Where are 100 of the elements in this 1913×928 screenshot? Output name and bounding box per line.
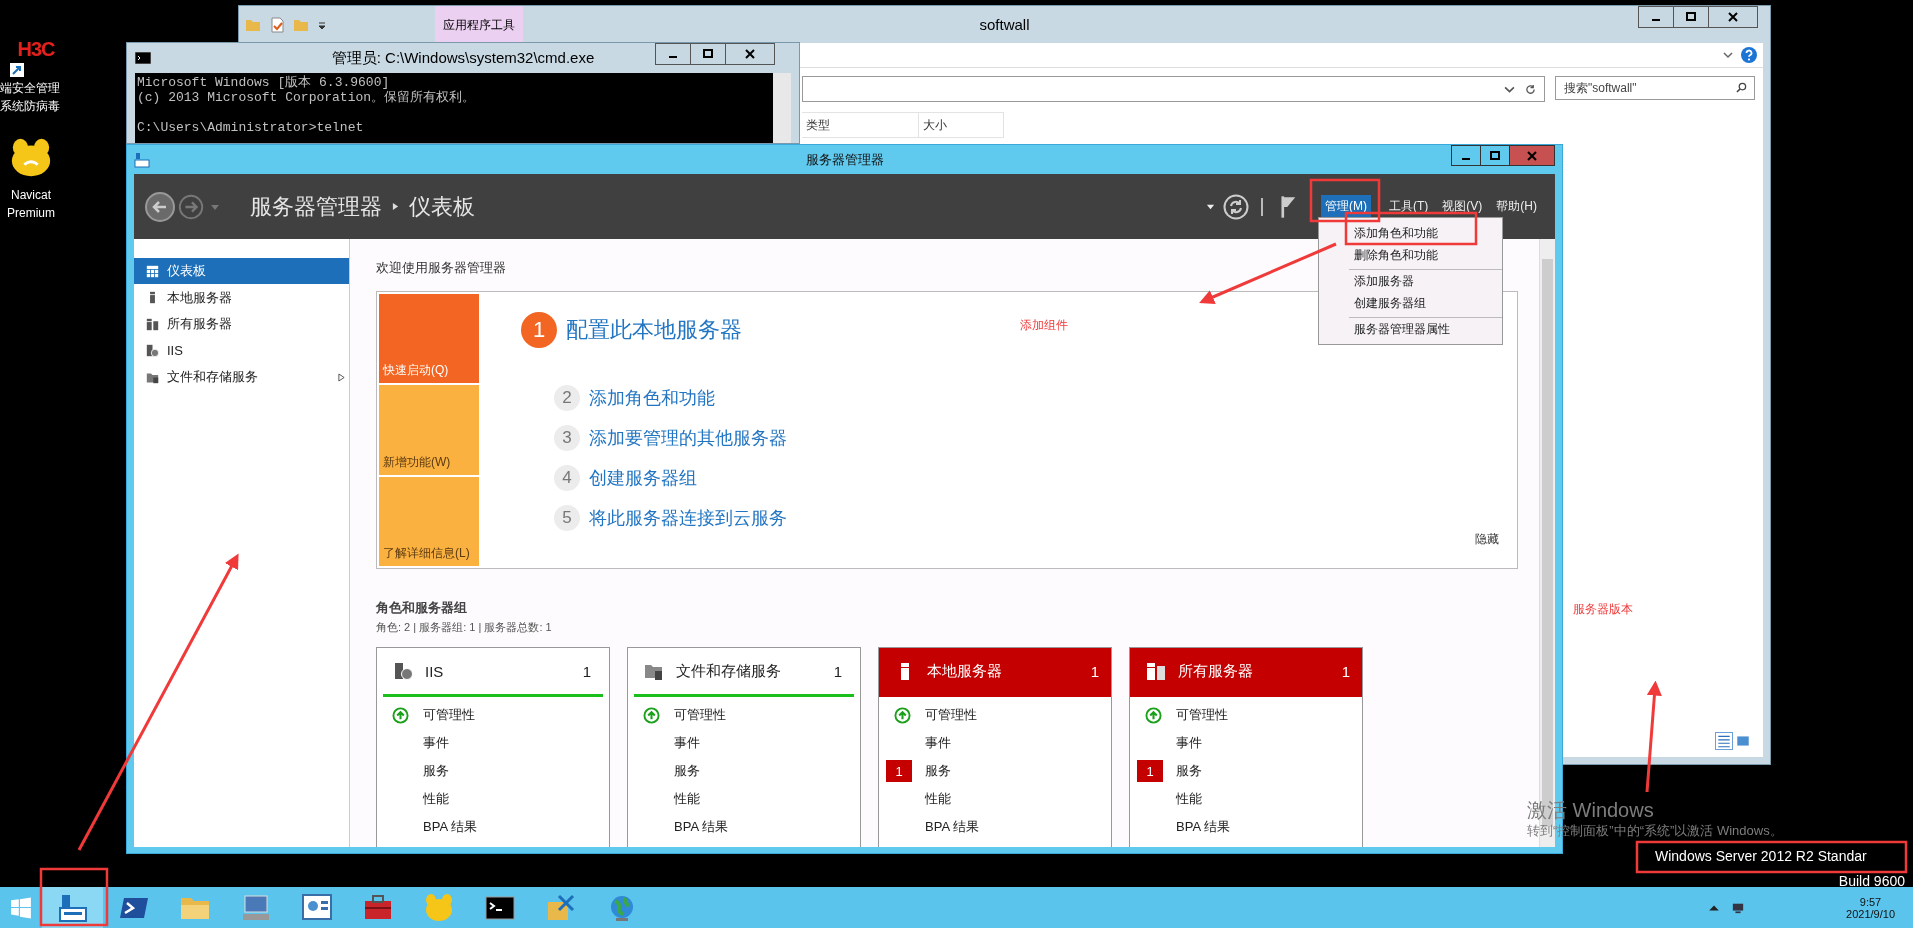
tile-row-label[interactable]: 可管理性 — [1176, 706, 1228, 724]
count-badge[interactable]: 1 — [886, 760, 912, 782]
menu-item[interactable]: 帮助(H) — [1492, 195, 1541, 218]
icon-label: 系统防病毒 — [0, 98, 60, 115]
expand-arrow-icon[interactable] — [338, 372, 345, 382]
section-title: 角色和服务器组 — [376, 599, 467, 617]
chevron-down-icon[interactable] — [1723, 50, 1733, 60]
ribbon-context-tab[interactable]: 应用程序工具 — [435, 6, 523, 43]
breadcrumb-separator-icon — [392, 202, 399, 211]
tile-row-label[interactable]: BPA 结果 — [674, 818, 728, 836]
column-header[interactable]: 类型 — [802, 112, 919, 138]
close-button[interactable] — [1708, 6, 1758, 28]
servers-icon — [146, 317, 159, 331]
quick-tile[interactable]: 了解详细信息(L) — [379, 476, 479, 566]
menu-item[interactable]: 添加服务器 — [1349, 269, 1502, 292]
maximize-icon — [1490, 150, 1500, 161]
tile-row-label[interactable]: 性能 — [674, 790, 700, 808]
back-button[interactable] — [144, 190, 176, 223]
section-summary: 角色: 2 | 服务器组: 1 | 服务器总数: 1 — [376, 620, 552, 635]
tile-row-label[interactable]: BPA 结果 — [423, 818, 477, 836]
tile-row-label[interactable]: 可管理性 — [423, 706, 475, 724]
tile-row-label[interactable]: 事件 — [925, 734, 951, 752]
step-link[interactable]: 添加角色和功能 — [589, 386, 715, 410]
tile-row-label[interactable]: 可管理性 — [925, 706, 977, 724]
activation-title: 激活 Windows — [1527, 798, 1654, 823]
details-view-icon[interactable] — [1716, 733, 1732, 749]
breadcrumb-item[interactable]: 仪表板 — [409, 191, 475, 222]
step-number: 5 — [554, 505, 580, 531]
address-field[interactable] — [802, 76, 1545, 102]
minimize-icon — [1462, 157, 1470, 160]
tile-row-label[interactable]: 事件 — [1176, 734, 1202, 752]
tile-header[interactable]: 文件和存储服务 1 — [634, 648, 854, 697]
hide-link[interactable]: 隐藏 — [1475, 531, 1499, 548]
folder-server-icon — [146, 370, 159, 384]
role-tile[interactable]: 本地服务器 1 可管理性 事件 1 服务 性能 BPA 结果 — [878, 647, 1112, 847]
maximize-icon — [1686, 12, 1696, 22]
server-manager-icon — [134, 151, 150, 168]
sidebar-item[interactable]: 本地服务器 — [134, 284, 349, 311]
menu-item[interactable]: 服务器管理器属性 — [1349, 317, 1502, 340]
network-icon[interactable] — [1732, 901, 1745, 914]
caret-icon[interactable] — [317, 19, 327, 30]
tile-row-label[interactable]: 可管理性 — [674, 706, 726, 724]
search-field[interactable]: 搜索"softwall" — [1555, 76, 1755, 100]
clock[interactable]: 9:57 2021/9/10 — [1846, 895, 1895, 920]
tile-header[interactable]: IIS 1 — [383, 648, 603, 697]
tile-row-label[interactable]: 性能 — [423, 790, 449, 808]
maximize-button[interactable] — [690, 43, 726, 65]
taskbar-button[interactable] — [42, 887, 103, 928]
sidebar-item[interactable]: 所有服务器 — [134, 311, 349, 337]
minimize-button[interactable] — [655, 43, 691, 65]
terminal-icon — [135, 52, 151, 64]
maximize-button[interactable] — [1673, 6, 1709, 28]
maximize-button[interactable] — [1480, 145, 1510, 166]
minimize-button[interactable] — [1638, 6, 1674, 28]
tile-row-label[interactable]: 服务 — [423, 762, 449, 780]
search-icon — [1736, 82, 1747, 93]
tile-row-label[interactable]: 服务 — [925, 762, 951, 780]
sidebar-item[interactable]: IIS — [134, 337, 349, 364]
minimize-button[interactable] — [1451, 145, 1481, 166]
column-header[interactable]: 大小 — [919, 112, 1004, 138]
large-icons-view-icon[interactable] — [1735, 733, 1751, 749]
refresh-icon[interactable] — [1525, 83, 1536, 95]
close-icon — [1527, 150, 1537, 161]
tile-header[interactable]: 所有服务器 1 — [1130, 648, 1362, 697]
quick-tile[interactable]: 新增功能(W) — [379, 385, 479, 475]
breadcrumb-item[interactable]: 服务器管理器 — [250, 191, 382, 222]
role-tile[interactable]: IIS 1 可管理性 事件 服务 性能 BPA 结果 — [376, 647, 610, 847]
tile-row-label[interactable]: 事件 — [674, 734, 700, 752]
menu-item[interactable]: 视图(V) — [1438, 195, 1487, 218]
tile-header[interactable]: 本地服务器 1 — [879, 648, 1111, 697]
step-link[interactable]: 配置此本地服务器 — [566, 315, 742, 345]
tile-row-label[interactable]: 服务 — [674, 762, 700, 780]
role-tile[interactable]: 所有服务器 1 可管理性 事件 1 服务 性能 BPA 结果 — [1129, 647, 1363, 847]
grid-icon — [146, 264, 159, 278]
build-text: Build 9600 — [1838, 873, 1905, 889]
step-number: 3 — [554, 425, 580, 451]
tile-row-label[interactable]: 事件 — [423, 734, 449, 752]
step-link[interactable]: 将此服务器连接到云服务 — [589, 506, 787, 530]
step-number: 2 — [554, 385, 580, 411]
step-link[interactable]: 添加要管理的其他服务器 — [589, 426, 787, 450]
flag-icon[interactable] — [1281, 194, 1297, 219]
menu-item[interactable]: 删除角色和功能 — [1319, 244, 1502, 266]
step-link[interactable]: 创建服务器组 — [589, 466, 697, 490]
step-number: 1 — [521, 312, 557, 348]
tile-row-label[interactable]: 性能 — [925, 790, 951, 808]
tile-row-label[interactable]: 服务 — [1176, 762, 1202, 780]
tile-row-label[interactable]: BPA 结果 — [1176, 818, 1230, 836]
menu-item[interactable]: 添加角色和功能 — [1319, 222, 1502, 244]
caret-icon[interactable] — [1206, 202, 1215, 211]
close-button[interactable] — [725, 43, 775, 65]
sidebar-item[interactable]: 文件和存储服务 — [134, 364, 349, 390]
sidebar-item[interactable]: 仪表板 — [134, 258, 349, 284]
document-check-icon[interactable] — [269, 16, 285, 33]
tile-row-label[interactable]: 性能 — [1176, 790, 1202, 808]
tile-row-label[interactable]: BPA 结果 — [925, 818, 979, 836]
annotation-text: 添加组件 — [1020, 317, 1068, 334]
count-badge[interactable]: 1 — [1137, 760, 1163, 782]
role-tile[interactable]: 文件和存储服务 1 可管理性 事件 服务 性能 BPA 结果 — [627, 647, 861, 847]
menu-item[interactable]: 创建服务器组 — [1319, 292, 1502, 314]
help-icon[interactable] — [1741, 47, 1757, 63]
